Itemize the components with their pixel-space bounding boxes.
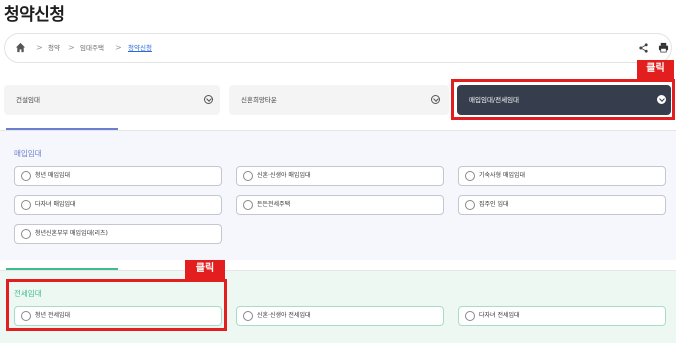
chevron-down-icon (204, 95, 213, 104)
section-accent-line (6, 268, 118, 270)
option-newlywed-newborn-purchase-rental[interactable]: 신혼·신생아 매입임대 (236, 166, 444, 186)
option-multi-child-purchase-rental[interactable]: 다자녀 매입임대 (14, 195, 222, 215)
home-icon[interactable] (15, 42, 26, 53)
share-icon[interactable] (639, 43, 648, 53)
breadcrumb-item-2[interactable]: 임대주택 (80, 34, 104, 62)
radio-button[interactable] (21, 200, 31, 210)
option-secure-jeonse-housing[interactable]: 든든전세주택 (236, 195, 444, 215)
radio-button[interactable] (21, 171, 31, 181)
radio-button[interactable] (465, 311, 475, 321)
radio-button[interactable] (465, 171, 475, 181)
breadcrumb-separator: > (36, 43, 43, 52)
tab-newlywed-hope-town[interactable]: 신혼희망타운 (229, 85, 449, 115)
option-youth-purchase-rental[interactable]: 청년 매입임대 (14, 166, 222, 186)
tab-construction-rental[interactable]: 건설임대 (4, 85, 220, 115)
breadcrumb-separator: > (115, 43, 122, 52)
option-label: 집주인 임대 (479, 201, 509, 208)
tab-label: 건설임대 (16, 96, 40, 104)
click-badge-option: 클릭 (185, 260, 225, 279)
radio-button[interactable] (243, 311, 253, 321)
option-newlywed-newborn-jeonse-rental[interactable]: 신혼·신생아 전세임대 (236, 306, 444, 326)
option-label: 신혼·신생아 매입임대 (257, 172, 311, 179)
radio-button[interactable] (243, 200, 253, 210)
option-label: 신혼·신생아 전세임대 (257, 312, 311, 319)
chevron-down-icon (431, 95, 440, 104)
radio-button[interactable] (21, 229, 31, 239)
option-landlord-rental[interactable]: 집주인 임대 (458, 195, 666, 215)
option-label: 든든전세주택 (257, 201, 291, 208)
option-youth-newlywed-purchase-rental-reits[interactable]: 청년신혼부부 매입임대(리츠) (14, 224, 222, 244)
page-title: 청약신청 (4, 5, 65, 25)
click-highlight-option (6, 279, 227, 331)
breadcrumb-separator: > (68, 43, 75, 52)
section-heading: 매입임대 (14, 149, 42, 158)
breadcrumb-item-current[interactable]: 청약신청 (128, 34, 152, 62)
section-accent-line (6, 128, 118, 130)
click-highlight-tab (451, 79, 675, 120)
radio-button[interactable] (243, 171, 253, 181)
breadcrumb: > 청약 > 임대주택 > 청약신청 (4, 33, 672, 63)
option-label: 기숙사형 매입임대 (479, 172, 526, 179)
option-dormitory-purchase-rental[interactable]: 기숙사형 매입임대 (458, 166, 666, 186)
radio-button[interactable] (465, 200, 475, 210)
option-label: 다자녀 매입임대 (35, 201, 76, 208)
option-label: 청년신혼부부 매입임대(리츠) (35, 230, 108, 237)
click-badge-tab: 클릭 (637, 60, 674, 79)
option-label: 다자녀 전세임대 (479, 312, 520, 319)
breadcrumb-item-1[interactable]: 청약 (48, 34, 60, 62)
print-icon[interactable] (658, 42, 669, 53)
option-multi-child-jeonse-rental[interactable]: 다자녀 전세임대 (458, 306, 666, 326)
option-label: 청년 매입임대 (35, 172, 71, 179)
tab-label: 신혼희망타운 (241, 96, 277, 104)
